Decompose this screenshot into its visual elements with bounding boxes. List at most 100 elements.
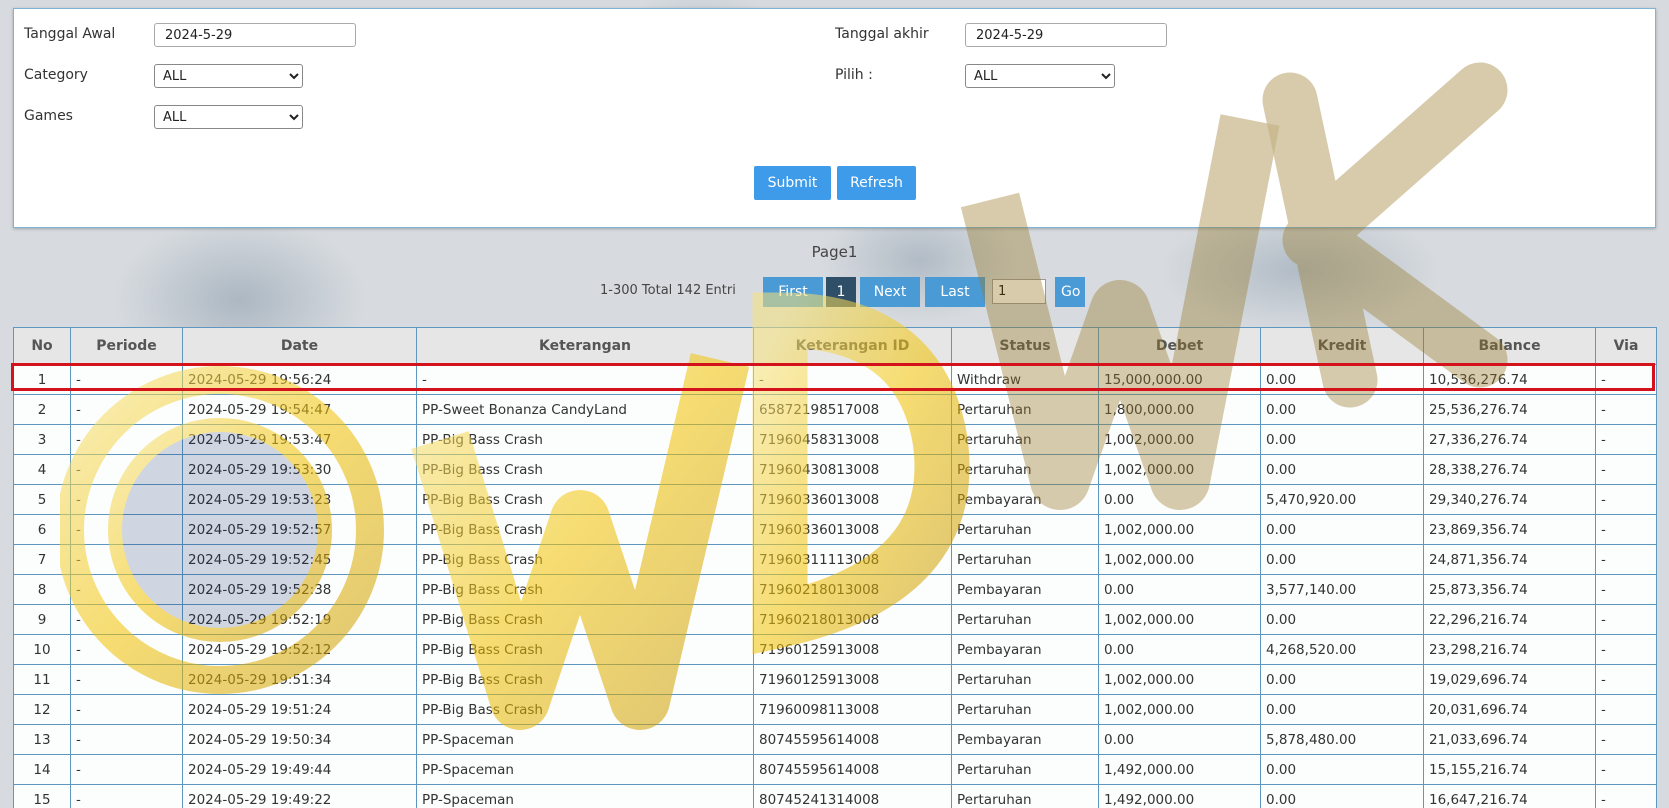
- cell-no: 11: [13, 664, 71, 695]
- cell-periode: -: [70, 784, 183, 808]
- cell-status: Pertaruhan: [951, 664, 1099, 695]
- cell-status: Pembayaran: [951, 574, 1099, 605]
- cell-periode: -: [70, 424, 183, 455]
- cell-status: Withdraw: [951, 364, 1099, 395]
- start-date-input[interactable]: [154, 23, 356, 47]
- header-keterangan-id[interactable]: Keterangan ID: [753, 327, 952, 365]
- cell-date: 2024-05-29 19:49:22: [182, 784, 417, 808]
- cell-keterangan: PP-Spaceman: [416, 754, 754, 785]
- cell-via: -: [1595, 574, 1657, 605]
- cell-keterangan-id: 71960125913008: [753, 664, 952, 695]
- cell-debet: 1,002,000.00: [1098, 544, 1261, 575]
- transactions-table-wrap: No Periode Date Keterangan Keterangan ID…: [13, 327, 1657, 808]
- cell-balance: 15,155,216.74: [1423, 754, 1596, 785]
- cell-periode: -: [70, 634, 183, 665]
- header-via[interactable]: Via: [1595, 327, 1657, 365]
- cell-status: Pertaruhan: [951, 424, 1099, 455]
- refresh-button[interactable]: Refresh: [837, 166, 916, 200]
- cell-keterangan-id: -: [753, 364, 952, 395]
- cell-keterangan: PP-Big Bass Crash: [416, 694, 754, 725]
- page-number-input[interactable]: [992, 279, 1046, 304]
- cell-date: 2024-05-29 19:54:47: [182, 394, 417, 425]
- cell-balance: 24,871,356.74: [1423, 544, 1596, 575]
- header-periode[interactable]: Periode: [70, 327, 183, 365]
- cell-debet: 15,000,000.00: [1098, 364, 1261, 395]
- cell-keterangan: PP-Big Bass Crash: [416, 454, 754, 485]
- cell-keterangan: PP-Big Bass Crash: [416, 604, 754, 635]
- end-date-label: Tanggal akhir: [835, 26, 929, 42]
- header-balance[interactable]: Balance: [1423, 327, 1596, 365]
- cell-keterangan: PP-Big Bass Crash: [416, 424, 754, 455]
- cell-via: -: [1595, 484, 1657, 515]
- cell-status: Pertaruhan: [951, 784, 1099, 808]
- next-page-button[interactable]: Next: [860, 277, 920, 307]
- go-button[interactable]: Go: [1055, 277, 1085, 307]
- current-page-button[interactable]: 1: [826, 277, 856, 307]
- cell-kredit: 4,268,520.00: [1260, 634, 1424, 665]
- cell-keterangan-id: 80745595614008: [753, 754, 952, 785]
- cell-balance: 10,536,276.74: [1423, 364, 1596, 395]
- pilih-select[interactable]: ALL: [965, 64, 1115, 88]
- cell-date: 2024-05-29 19:56:24: [182, 364, 417, 395]
- header-kredit[interactable]: Kredit: [1260, 327, 1424, 365]
- cell-periode: -: [70, 604, 183, 635]
- cell-date: 2024-05-29 19:51:34: [182, 664, 417, 695]
- cell-date: 2024-05-29 19:52:38: [182, 574, 417, 605]
- cell-keterangan-id: 71960430813008: [753, 454, 952, 485]
- cell-keterangan-id: 71960098113008: [753, 694, 952, 725]
- cell-keterangan-id: 71960336013008: [753, 514, 952, 545]
- cell-via: -: [1595, 784, 1657, 808]
- cell-kredit: 0.00: [1260, 364, 1424, 395]
- cell-kredit: 0.00: [1260, 514, 1424, 545]
- cell-keterangan-id: 71960125913008: [753, 634, 952, 665]
- cell-keterangan-id: 71960311113008: [753, 544, 952, 575]
- first-page-button[interactable]: First: [763, 277, 823, 307]
- cell-no: 10: [13, 634, 71, 665]
- cell-kredit: 5,470,920.00: [1260, 484, 1424, 515]
- cell-no: 8: [13, 574, 71, 605]
- table-row: 1-2024-05-29 19:56:24- - Withdraw 15,000,00…: [13, 364, 1657, 395]
- header-debet[interactable]: Debet: [1098, 327, 1261, 365]
- table-row: 8-2024-05-29 19:52:38 PP-Big Bass Crash 71…: [13, 574, 1657, 605]
- cell-debet: 0.00: [1098, 574, 1261, 605]
- cell-keterangan-id: 71960336013008: [753, 484, 952, 515]
- cell-via: -: [1595, 514, 1657, 545]
- table-row: 3-2024-05-29 19:53:47 PP-Big Bass Crash 71…: [13, 424, 1657, 455]
- last-page-button[interactable]: Last: [925, 277, 985, 307]
- cell-keterangan: PP-Big Bass Crash: [416, 664, 754, 695]
- cell-no: 1: [13, 364, 71, 395]
- header-status[interactable]: Status: [951, 327, 1099, 365]
- category-label: Category: [24, 67, 88, 83]
- cell-balance: 29,340,276.74: [1423, 484, 1596, 515]
- header-no[interactable]: No: [13, 327, 71, 365]
- cell-debet: 1,002,000.00: [1098, 514, 1261, 545]
- cell-status: Pertaruhan: [951, 454, 1099, 485]
- cell-kredit: 0.00: [1260, 694, 1424, 725]
- cell-periode: -: [70, 514, 183, 545]
- table-row: 6-2024-05-29 19:52:57 PP-Big Bass Crash 71…: [13, 514, 1657, 545]
- cell-balance: 25,873,356.74: [1423, 574, 1596, 605]
- pilih-label: Pilih :: [835, 67, 873, 83]
- cell-keterangan: PP-Big Bass Crash: [416, 634, 754, 665]
- category-select[interactable]: ALL: [154, 64, 303, 88]
- cell-kredit: 0.00: [1260, 424, 1424, 455]
- cell-status: Pertaruhan: [951, 544, 1099, 575]
- end-date-input[interactable]: [965, 23, 1167, 47]
- cell-kredit: 3,577,140.00: [1260, 574, 1424, 605]
- entries-range-text: 1-300 Total 142 Entri: [600, 283, 736, 298]
- cell-periode: -: [70, 544, 183, 575]
- header-keterangan[interactable]: Keterangan: [416, 327, 754, 365]
- table-row: 15-2024-05-29 19:49:22 PP-Spaceman 8074524…: [13, 784, 1657, 808]
- games-select[interactable]: ALL: [154, 105, 303, 129]
- submit-button[interactable]: Submit: [754, 166, 831, 200]
- table-row: 5-2024-05-29 19:53:23 PP-Big Bass Crash 71…: [13, 484, 1657, 515]
- cell-periode: -: [70, 394, 183, 425]
- cell-debet: 0.00: [1098, 484, 1261, 515]
- cell-keterangan: PP-Big Bass Crash: [416, 484, 754, 515]
- cell-balance: 21,033,696.74: [1423, 724, 1596, 755]
- cell-debet: 1,002,000.00: [1098, 424, 1261, 455]
- cell-keterangan-id: 80745241314008: [753, 784, 952, 808]
- cell-no: 12: [13, 694, 71, 725]
- start-date-label: Tanggal Awal: [24, 26, 116, 42]
- header-date[interactable]: Date: [182, 327, 417, 365]
